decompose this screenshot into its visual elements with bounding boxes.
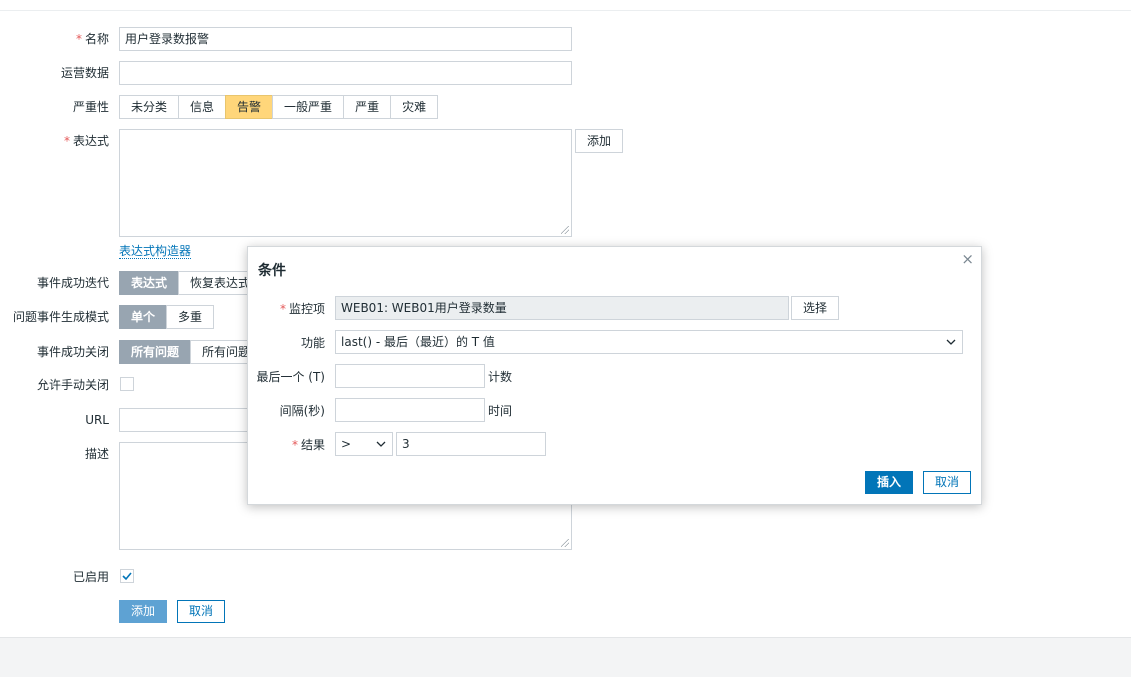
enabled-label: 已启用 [72, 570, 109, 584]
opdata-input[interactable] [119, 61, 572, 85]
description-label: 描述 [84, 447, 109, 461]
ok-close-label: 事件成功关闭 [36, 345, 109, 359]
item-label: * 监控项 [248, 302, 325, 316]
resize-handle[interactable] [561, 226, 569, 234]
result-operator-value: > [341, 437, 352, 451]
interval-input[interactable] [335, 398, 485, 422]
expression-label-text: 表达式 [72, 134, 109, 148]
function-select-value: last() - 最后（最近）的 T 值 [341, 335, 495, 349]
close-icon[interactable]: × [961, 250, 974, 268]
item-label-text: 监控项 [288, 302, 325, 316]
dialog-title: 条件 [258, 263, 286, 279]
opdata-label: 运营数据 [60, 66, 109, 80]
expression-label: * 表达式 [0, 134, 109, 148]
add-trigger-button[interactable]: 添加 [119, 600, 167, 623]
required-mark: * [279, 302, 286, 316]
enabled-checkbox[interactable] [120, 569, 134, 583]
expression-textarea[interactable] [119, 129, 572, 237]
resize-handle[interactable] [561, 539, 569, 547]
result-value-input[interactable]: 3 [396, 432, 546, 456]
last-count-label: 最后一个 (T) [256, 370, 325, 384]
ok-event-option-expression[interactable]: 表达式 [119, 271, 180, 295]
required-mark: * [75, 32, 82, 46]
problem-mode-option-multiple[interactable]: 多重 [166, 305, 215, 329]
last-count-unit: 计数 [488, 370, 513, 384]
severity-selector: 未分类 信息 告警 一般严重 严重 灾难 [119, 95, 439, 119]
severity-option-warning[interactable]: 告警 [225, 95, 274, 119]
problem-mode-label: 问题事件生成模式 [12, 310, 109, 324]
url-label: URL [85, 413, 109, 427]
chevron-down-icon [376, 433, 386, 463]
problem-mode-option-single[interactable]: 单个 [119, 305, 168, 329]
ok-close-selector: 所有问题 所有问题 [119, 340, 263, 364]
insert-button[interactable]: 插入 [865, 471, 913, 494]
function-label: 功能 [300, 336, 325, 350]
name-input[interactable]: 用户登录数报警 [119, 27, 572, 51]
result-operator-select[interactable]: > [335, 432, 393, 456]
severity-option-average[interactable]: 一般严重 [272, 95, 345, 119]
select-item-button[interactable]: 选择 [791, 296, 839, 320]
check-icon [122, 572, 132, 581]
severity-option-disaster[interactable]: 灾难 [390, 95, 439, 119]
condition-dialog: 条件 × * 监控项 WEB01: WEB01用户登录数量 选择 功能 last(… [247, 246, 982, 505]
severity-option-high[interactable]: 严重 [343, 95, 392, 119]
dialog-cancel-button[interactable]: 取消 [923, 471, 971, 494]
result-label: * 结果 [248, 438, 325, 452]
page-footer [0, 637, 1131, 677]
interval-label: 间隔(秒) [279, 404, 325, 418]
name-label: * 名称 [0, 32, 109, 46]
manual-close-checkbox[interactable] [120, 377, 134, 391]
required-mark: * [63, 134, 70, 148]
chevron-down-icon [946, 331, 956, 361]
required-mark: * [291, 438, 298, 452]
severity-label: 严重性 [72, 100, 109, 114]
interval-unit: 时间 [488, 404, 513, 418]
manual-close-label: 允许手动关闭 [36, 378, 109, 392]
expression-builder-link[interactable]: 表达式构造器 [119, 244, 192, 259]
add-expression-button[interactable]: 添加 [575, 129, 623, 153]
cancel-button[interactable]: 取消 [177, 600, 225, 623]
ok-event-generation-label: 事件成功迭代 [36, 276, 109, 290]
severity-option-not-classified[interactable]: 未分类 [119, 95, 180, 119]
item-field: WEB01: WEB01用户登录数量 [335, 296, 789, 320]
severity-option-information[interactable]: 信息 [178, 95, 227, 119]
ok-event-generation-selector: 表达式 恢复表达式 [119, 271, 263, 295]
result-label-text: 结果 [300, 438, 325, 452]
name-label-text: 名称 [84, 32, 109, 46]
last-count-input[interactable] [335, 364, 485, 388]
problem-mode-selector: 单个 多重 [119, 305, 215, 329]
top-divider [0, 10, 1131, 11]
function-select[interactable]: last() - 最后（最近）的 T 值 [335, 330, 963, 354]
ok-close-option-all-problems[interactable]: 所有问题 [119, 340, 192, 364]
